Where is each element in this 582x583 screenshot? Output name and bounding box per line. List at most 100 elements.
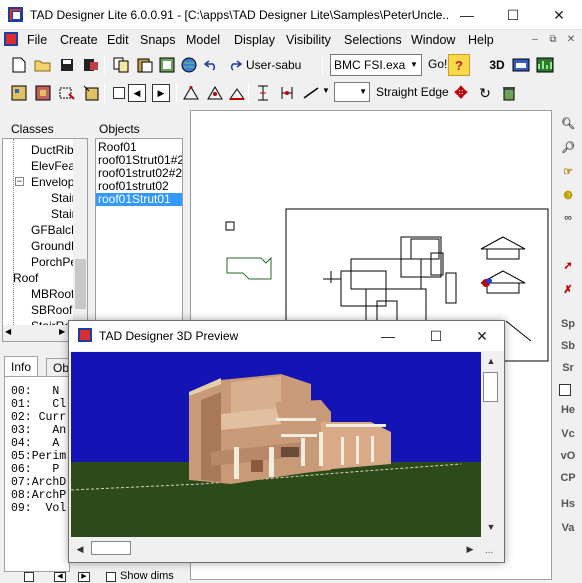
export-icon[interactable] xyxy=(156,54,178,76)
pointer-cross-icon[interactable]: ✗ xyxy=(557,280,579,300)
menu-create[interactable]: Create xyxy=(60,33,98,47)
select-polygon-icon[interactable] xyxy=(80,82,102,104)
globe-icon[interactable] xyxy=(178,54,200,76)
undo-icon[interactable] xyxy=(200,54,222,76)
paste-icon[interactable] xyxy=(134,54,156,76)
menu-file[interactable]: File xyxy=(27,33,47,47)
mdi-close-button[interactable]: ✕ xyxy=(564,34,578,48)
tool-vo[interactable]: vO xyxy=(557,446,579,466)
tool-hs[interactable]: Hs xyxy=(557,494,579,514)
save-icon[interactable] xyxy=(56,54,78,76)
scroll-left-icon[interactable]: ◀ xyxy=(5,327,11,336)
line-style-select[interactable]: ▼ xyxy=(334,82,370,102)
close-button[interactable]: ✕ xyxy=(536,0,582,30)
triangle-filled-icon[interactable] xyxy=(204,82,226,104)
redo-icon[interactable] xyxy=(224,54,246,76)
move-icon[interactable]: ✥ xyxy=(450,82,472,104)
menu-display[interactable]: Display xyxy=(234,33,275,47)
list-item-selected[interactable]: roof01Strut01 xyxy=(96,193,182,206)
scroll-down-icon[interactable]: ▼ xyxy=(482,518,500,536)
objects-list[interactable]: Roof01 roof01Strut01#2 roof01strut02#2 r… xyxy=(95,138,183,342)
select-group-icon[interactable] xyxy=(32,82,54,104)
next-icon[interactable]: ▶ xyxy=(78,572,90,582)
tab-objects[interactable]: Obj xyxy=(46,358,70,376)
menu-model[interactable]: Model xyxy=(186,33,220,47)
toggle-checkbox[interactable] xyxy=(113,87,125,99)
show-dims-checkbox[interactable] xyxy=(106,572,116,582)
mdi-minimize-button[interactable]: – xyxy=(528,34,542,48)
right-checkbox[interactable] xyxy=(559,384,571,396)
document-icon[interactable] xyxy=(4,32,18,46)
menu-edit[interactable]: Edit xyxy=(107,33,129,47)
minimize-button[interactable]: — xyxy=(444,0,490,30)
next-icon[interactable]: ▶ xyxy=(152,84,170,102)
collapse-icon[interactable]: − xyxy=(15,177,24,186)
resize-grip[interactable]: ... xyxy=(485,545,493,556)
go-button[interactable]: Go! xyxy=(428,57,447,71)
pan-hand-icon[interactable]: ☞ xyxy=(557,162,579,182)
model-select[interactable]: BMC FSI.exa ▼ xyxy=(330,54,422,76)
render-icon[interactable] xyxy=(510,54,532,76)
select-objects-icon[interactable] xyxy=(8,82,30,104)
tree-item[interactable]: Stair xyxy=(51,191,76,205)
tree-item[interactable]: SBRoof xyxy=(31,303,72,317)
select-window-icon[interactable] xyxy=(56,82,78,104)
tree-item[interactable]: ElevFeat xyxy=(31,159,78,173)
tree-item[interactable]: MBRoof xyxy=(31,287,74,301)
tool-sr[interactable]: Sr xyxy=(557,358,579,378)
menu-window[interactable]: Window xyxy=(411,33,455,47)
3d-view-icon[interactable]: 3D xyxy=(486,54,508,76)
save-as-icon[interactable] xyxy=(80,54,102,76)
help-icon[interactable]: ? xyxy=(448,54,470,76)
classes-scrollbar[interactable] xyxy=(73,139,87,325)
chevron-down-icon[interactable]: ▼ xyxy=(359,87,367,96)
menu-help[interactable]: Help xyxy=(468,33,494,47)
previous-icon[interactable]: ◀ xyxy=(54,572,66,582)
scroll-thumb[interactable] xyxy=(91,541,131,555)
open-folder-icon[interactable] xyxy=(32,54,54,76)
zoom-out-icon[interactable]: 🔎︎ xyxy=(557,138,579,158)
preview-close-button[interactable]: ✕ xyxy=(459,321,505,351)
scroll-right-icon[interactable]: ▶ xyxy=(461,540,479,558)
scroll-up-icon[interactable]: ▲ xyxy=(482,352,500,370)
zoom-window-icon[interactable]: ❸ xyxy=(557,186,579,206)
menu-selections[interactable]: Selections xyxy=(344,33,402,47)
pointer-icon[interactable]: ➚ xyxy=(557,256,579,276)
zoom-in-icon[interactable]: 🔍︎ xyxy=(557,114,579,134)
scroll-left-icon[interactable]: ◀ xyxy=(71,540,89,558)
preview-vertical-scrollbar[interactable]: ▲ ▼ xyxy=(481,352,501,537)
preview-minimize-button[interactable]: — xyxy=(365,321,411,351)
triangle-base-icon[interactable] xyxy=(226,82,248,104)
tool-cp[interactable]: CP xyxy=(557,468,579,488)
tree-item[interactable]: Roof xyxy=(13,271,38,285)
maximize-button[interactable]: ☐ xyxy=(490,0,536,30)
chevron-down-icon[interactable]: ▼ xyxy=(322,86,330,95)
tool-sb[interactable]: Sb xyxy=(557,336,579,356)
classes-tree[interactable]: DuctRibs ElevFeat − Envelope Stair Stair… xyxy=(2,138,88,342)
line-tool-icon[interactable] xyxy=(300,82,322,104)
preview-maximize-button[interactable]: ☐ xyxy=(413,321,459,351)
scroll-thumb[interactable] xyxy=(483,372,498,402)
preview-window[interactable]: TAD Designer 3D Preview — ☐ ✕ ▲ ▼ ◀ ▶ ..… xyxy=(68,320,505,563)
rotate-icon[interactable]: ↻ xyxy=(474,82,496,104)
preview-horizontal-scrollbar[interactable]: ◀ ▶ xyxy=(71,539,481,559)
3d-scene[interactable] xyxy=(71,352,481,537)
tree-item[interactable]: Stair xyxy=(51,207,76,221)
tab-info[interactable]: Info xyxy=(4,356,38,376)
triangle-tool-icon[interactable] xyxy=(180,82,202,104)
chevron-down-icon[interactable]: ▼ xyxy=(407,55,421,75)
tree-item[interactable]: PorchPe xyxy=(31,255,77,269)
copy-icon[interactable] xyxy=(110,54,132,76)
mdi-restore-button[interactable]: ⧉ xyxy=(546,34,560,48)
tree-item[interactable]: GroundB xyxy=(31,239,79,253)
menu-visibility[interactable]: Visibility xyxy=(286,33,331,47)
dimension-horizontal-icon[interactable] xyxy=(276,82,298,104)
straight-edge-button[interactable]: Straight Edge xyxy=(376,85,449,99)
new-file-icon[interactable] xyxy=(8,54,30,76)
trash-icon[interactable] xyxy=(498,82,520,104)
bottom-checkbox[interactable] xyxy=(24,572,34,582)
dimension-vertical-icon[interactable] xyxy=(252,82,274,104)
binoculars-icon[interactable]: ∞ xyxy=(557,208,579,228)
scroll-right-icon[interactable]: ▶ xyxy=(59,327,65,336)
tool-sp[interactable]: Sp xyxy=(557,314,579,334)
